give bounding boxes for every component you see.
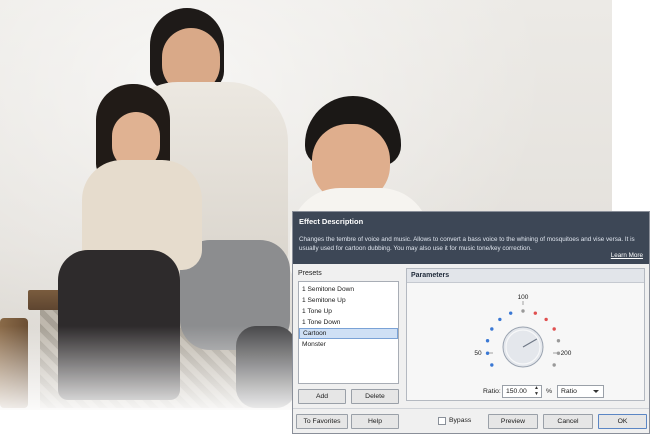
- dial-scale-dot: [544, 317, 548, 322]
- parameters-title: Parameters: [407, 269, 644, 283]
- preset-item[interactable]: 1 Tone Down: [299, 317, 398, 328]
- cancel-button[interactable]: Cancel: [543, 414, 593, 429]
- dial-scale-dot: [508, 311, 513, 315]
- dial-max-label: 200: [561, 350, 572, 357]
- preset-item[interactable]: 1 Tone Up: [299, 306, 398, 317]
- learn-more-link[interactable]: Learn More: [611, 252, 643, 259]
- pitch-dial[interactable]: 100 50 200: [463, 287, 583, 383]
- delete-preset-button[interactable]: Delete: [351, 389, 399, 404]
- dial-min-label: 50: [474, 350, 482, 357]
- preview-button[interactable]: Preview: [488, 414, 538, 429]
- preset-item[interactable]: 1 Semitone Up: [299, 295, 398, 306]
- dial-scale-dot: [556, 339, 561, 343]
- spin-down-icon[interactable]: ▼: [532, 391, 541, 398]
- preset-item[interactable]: 1 Semitone Down: [299, 284, 398, 295]
- ratio-spin-arrows[interactable]: ▲ ▼: [532, 385, 541, 398]
- dial-scale-dot: [485, 351, 490, 355]
- effect-description-panel: Effect Description Changes the tembre of…: [293, 212, 649, 264]
- dial-scale-dot: [552, 327, 556, 331]
- dial-scale-dot: [490, 363, 494, 367]
- ratio-mode-selected: Ratio: [561, 388, 577, 395]
- footer-divider: [293, 408, 649, 409]
- add-preset-button[interactable]: Add: [298, 389, 346, 404]
- ratio-mode-select[interactable]: Ratio: [557, 385, 604, 398]
- presets-label: Presets: [298, 270, 322, 277]
- dial-scale-dot: [521, 309, 525, 313]
- dial-scale-dot: [533, 311, 538, 315]
- ratio-unit: %: [546, 388, 553, 395]
- bypass-checkbox[interactable]: [438, 417, 446, 425]
- bypass-label: Bypass: [449, 417, 472, 424]
- dial-scale-dot: [490, 327, 494, 331]
- preset-item[interactable]: Monster: [299, 339, 398, 350]
- ratio-label: Ratio:: [483, 388, 501, 395]
- effect-dialog: Effect Description Changes the tembre of…: [292, 211, 650, 434]
- dial-mid-label: 100: [518, 294, 529, 301]
- presets-list[interactable]: 1 Semitone Down 1 Semitone Up 1 Tone Up …: [298, 281, 399, 384]
- chevron-down-icon: [593, 390, 599, 393]
- preset-item-selected[interactable]: Cartoon: [299, 328, 398, 339]
- effect-description-title: Effect Description: [299, 217, 364, 226]
- ok-button[interactable]: OK: [598, 414, 647, 429]
- dial-scale-dot: [552, 363, 556, 367]
- dial-scale-dot: [498, 317, 502, 322]
- dial-scale-dot: [485, 339, 490, 343]
- parameters-panel: Parameters 100 50 200 Ratio: 150.00 ▲ ▼ …: [406, 268, 645, 401]
- to-favorites-button[interactable]: To Favorites: [296, 414, 348, 429]
- help-button[interactable]: Help: [351, 414, 399, 429]
- effect-description-text: Changes the tembre of voice and music. A…: [299, 236, 635, 252]
